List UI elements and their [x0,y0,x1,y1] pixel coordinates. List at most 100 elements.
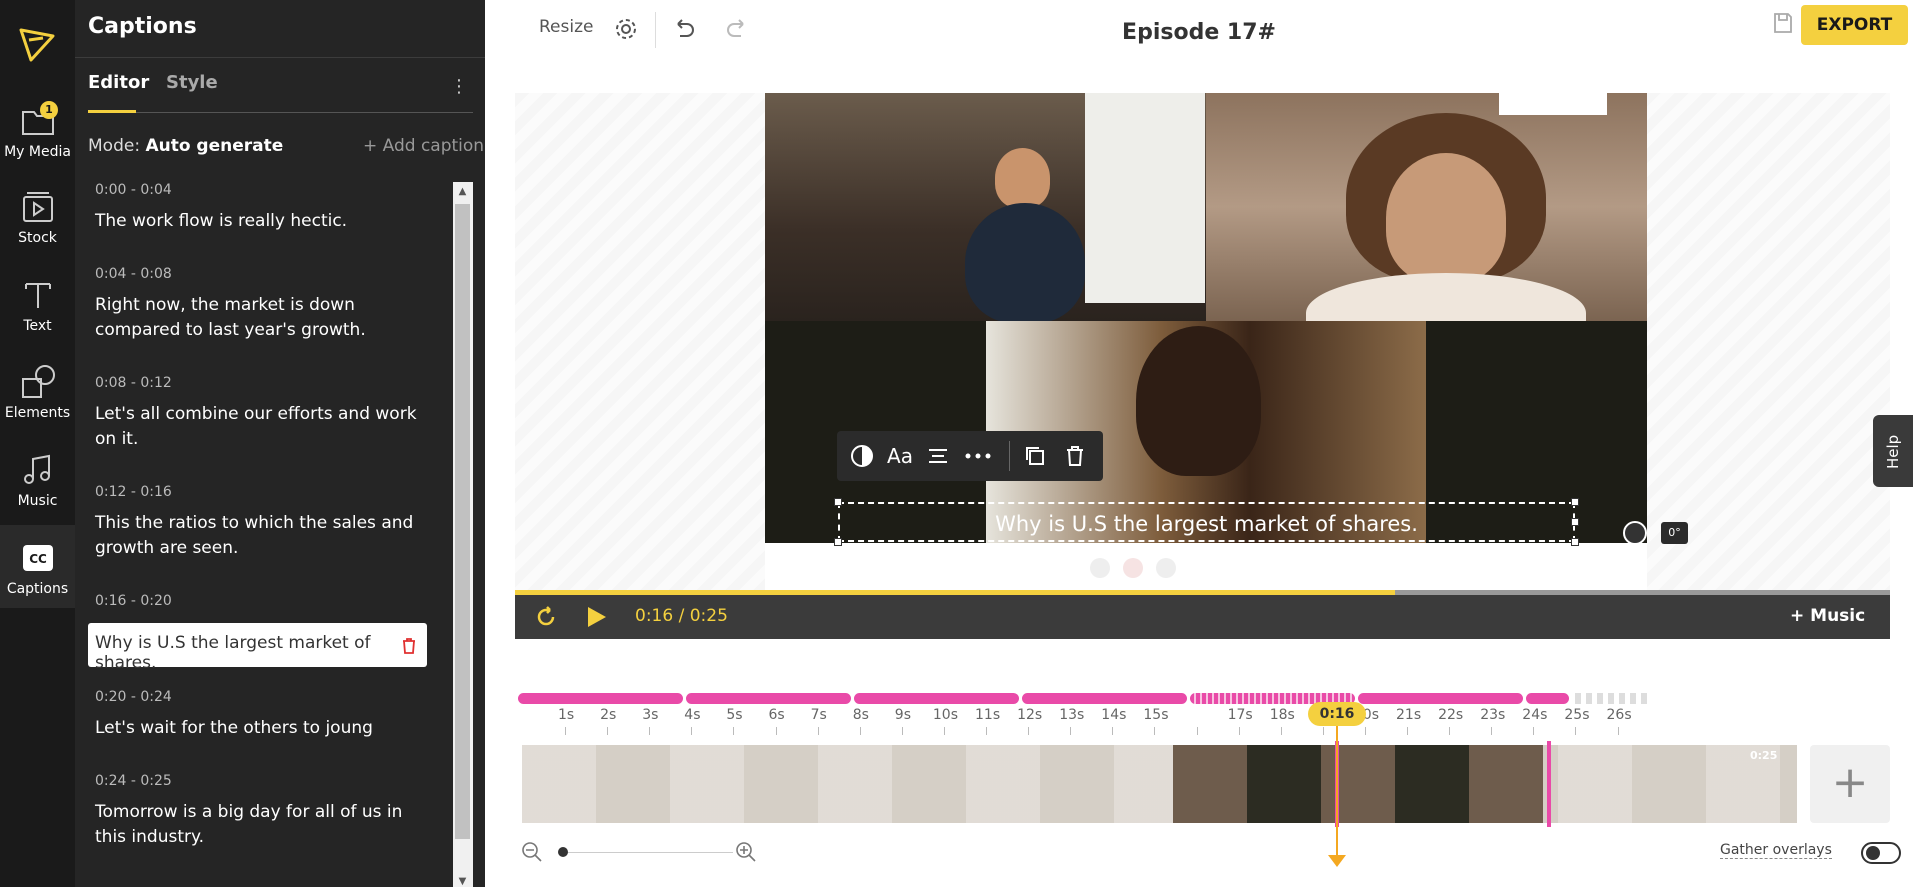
rotation-badge: 0° [1661,522,1688,544]
resize-handle[interactable] [1571,498,1579,506]
font-icon[interactable]: Aa [885,443,915,469]
zoom-out-icon[interactable] [521,841,543,863]
caption-item[interactable]: 0:00 - 0:04 The work flow is really hect… [88,182,448,234]
rail-item-stock[interactable]: Stock [0,174,75,256]
caption-text[interactable]: Let's all combine our efforts and work o… [95,402,435,452]
tick-mark [1491,727,1493,735]
app-logo-icon[interactable] [17,24,57,64]
caption-item[interactable]: 0:24 - 0:25 Tomorrow is a big day for al… [88,773,448,850]
tick-mark [901,727,903,735]
duplicate-icon[interactable] [1022,443,1048,469]
add-music-button[interactable]: + Music [1790,606,1865,626]
caption-segment[interactable] [518,693,683,704]
video-track-active-range[interactable] [1173,745,1543,823]
zoom-slider-track[interactable] [563,852,733,853]
caption-overlay-text[interactable]: Why is U.S the largest market of shares. [838,512,1575,536]
rail-item-text[interactable]: Text [0,262,75,344]
delete-caption-icon[interactable] [398,635,420,657]
caption-segment[interactable] [686,693,851,704]
gather-overlays-toggle[interactable] [1861,842,1901,864]
cc-icon: CC [23,545,53,571]
timecode: 0:16 / 0:25 [635,606,728,626]
resize-handle[interactable] [834,538,842,546]
label-box [1499,93,1607,115]
rail-item-captions[interactable]: CC Captions [0,525,75,608]
playhead[interactable] [1336,726,1338,859]
tick-mark [1070,727,1072,735]
tick-label: 26s [1606,707,1632,723]
tick-label: 7s [810,707,827,723]
tick-label: 23s [1480,707,1506,723]
more-options-icon[interactable]: ⋮ [450,76,468,97]
add-caption-button[interactable]: + Add caption [363,136,484,156]
playhead-handle[interactable] [1328,855,1346,867]
playhead-label[interactable]: 0:16 [1308,702,1366,726]
tick-mark [1154,727,1156,735]
caption-text[interactable]: Tomorrow is a big day for all of us in t… [95,800,435,850]
tick-label: 9s [894,707,911,723]
tick-mark [1617,727,1619,735]
panel-title: Captions [88,14,197,39]
project-title[interactable]: Episode 17# [485,20,1913,45]
caption-text[interactable]: Let's wait for the others to joung [95,716,435,741]
more-icon[interactable] [961,443,995,469]
tick-label: 1s [558,707,575,723]
rotate-icon[interactable] [1623,521,1647,545]
tick-mark [1533,727,1535,735]
scroll-down-arrow-icon[interactable]: ▼ [455,876,470,890]
rail-item-my-media[interactable]: 1 My Media [0,88,75,170]
trash-icon[interactable] [1062,443,1088,469]
rail-label: Music [17,493,58,509]
resize-handle[interactable] [1571,538,1579,546]
align-icon[interactable] [925,443,951,469]
caption-item[interactable]: 0:04 - 0:08 Right now, the market is dow… [88,266,448,343]
rail-item-elements[interactable]: Elements [0,349,75,431]
svg-text:CC: CC [29,552,47,566]
help-tab[interactable]: Help [1873,415,1913,487]
resize-handle[interactable] [834,498,842,506]
media-badge: 1 [40,101,58,119]
mode-value[interactable]: Auto generate [145,136,283,156]
tick-label: 12s [1017,707,1043,723]
caption-segment[interactable] [1526,693,1569,704]
captions-panel: Captions Editor Style ⋮ Mode: Auto gener… [75,0,485,887]
zoom-slider-knob[interactable] [558,847,568,857]
caption-segment[interactable] [1022,693,1187,704]
rail-label: Stock [18,230,57,246]
tick-label: 3s [642,707,659,723]
tick-mark [775,727,777,735]
tick-mark [943,727,945,735]
tick-mark [1407,727,1408,735]
caption-segment[interactable] [1358,693,1523,704]
caption-edit-field[interactable]: Why is U.S the largest market of shares. [88,623,427,673]
video-track[interactable] [522,745,1797,823]
caption-text[interactable]: This the ratios to which the sales and g… [95,511,435,561]
resize-handle[interactable] [1571,518,1579,526]
mode-label: Mode: [88,136,141,156]
replay-icon[interactable] [533,604,559,630]
caption-item[interactable]: 0:12 - 0:16 This the ratios to which the… [88,484,448,561]
caption-segment[interactable] [854,693,1019,704]
add-clip-button[interactable]: + [1810,745,1890,823]
tab-editor[interactable]: Editor [88,72,149,93]
caption-text[interactable]: Right now, the market is down compared t… [95,293,435,343]
play-icon[interactable] [584,605,608,629]
caption-item[interactable]: 0:08 - 0:12 Let's all combine our effort… [88,375,448,452]
tick-label: 22s [1438,707,1464,723]
tick-mark [1238,727,1240,735]
tab-style[interactable]: Style [166,72,218,93]
tick-mark [733,727,735,735]
save-icon[interactable] [1772,10,1794,36]
contrast-icon[interactable] [849,443,875,469]
caption-item-active[interactable]: 0:16 - 0:20 Why is U.S the largest marke… [88,593,448,673]
export-button[interactable]: EXPORT [1801,5,1908,45]
person-head [995,148,1050,208]
gather-overlays-label[interactable]: Gather overlays [1720,842,1832,859]
range-handle-right[interactable] [1547,741,1551,827]
rail-item-music[interactable]: Music [0,437,75,519]
caption-item[interactable]: 0:20 - 0:24 Let's wait for the others to… [88,689,448,741]
scroll-up-arrow-icon[interactable]: ▲ [455,186,470,200]
zoom-in-icon[interactable] [735,841,757,863]
scrollbar-thumb[interactable] [455,204,470,839]
caption-text[interactable]: The work flow is really hectic. [95,209,435,234]
